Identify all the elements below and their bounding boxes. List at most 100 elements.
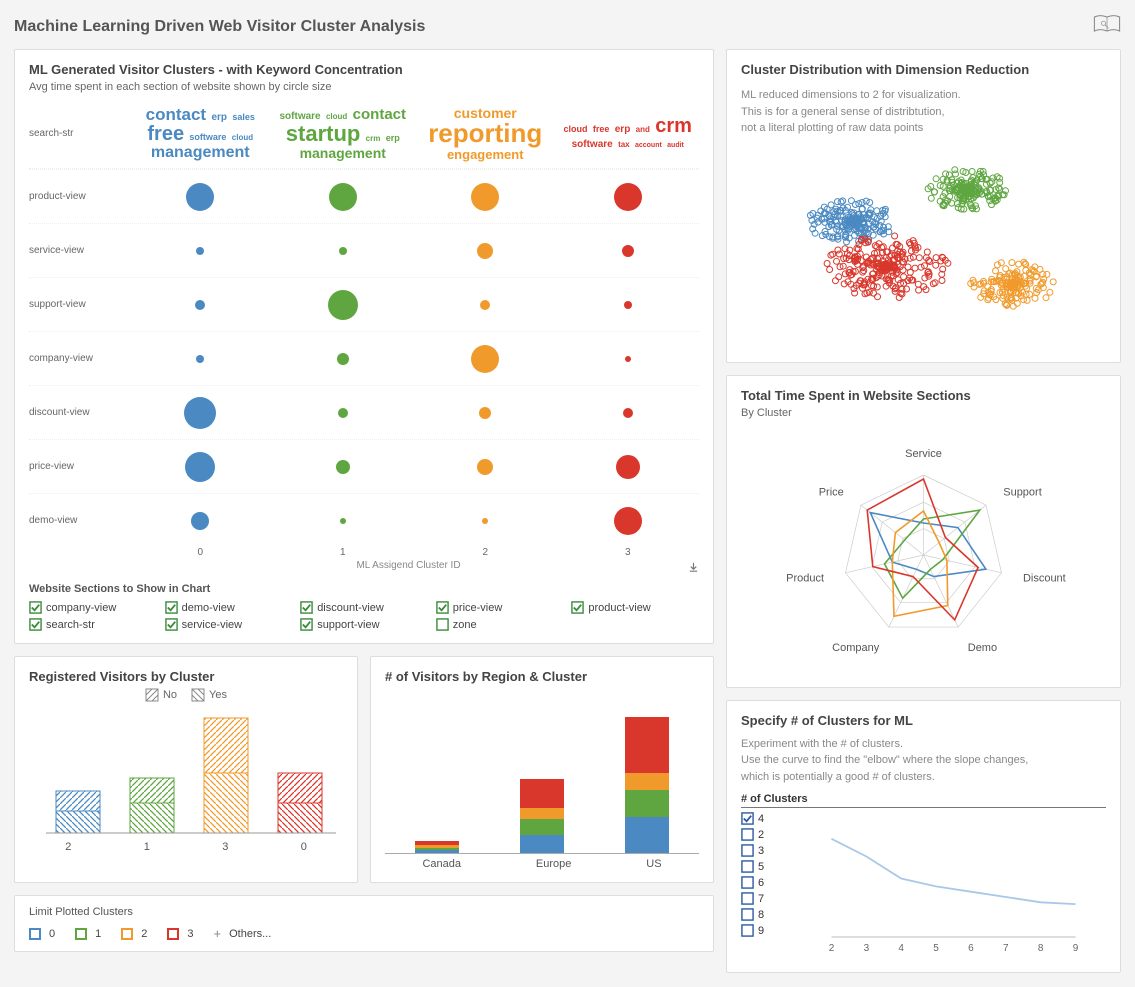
bubble bbox=[482, 518, 488, 524]
bubble bbox=[338, 408, 348, 418]
cluster-count-checkbox[interactable]: 3 bbox=[741, 844, 791, 857]
x-tick: 1 bbox=[272, 547, 415, 558]
bar-segment bbox=[520, 779, 564, 808]
panel-limit-clusters: Limit Plotted Clusters 0 1 2 3 +Others... bbox=[14, 895, 714, 952]
panel-title: ML Generated Visitor Clusters - with Key… bbox=[29, 62, 699, 77]
x-tick: Canada bbox=[422, 858, 461, 870]
others-button[interactable]: +Others... bbox=[214, 926, 272, 941]
bubble bbox=[184, 397, 216, 429]
desc-line: not a literal plotting of raw data point… bbox=[741, 120, 1106, 137]
filter-checkbox[interactable]: discount-view bbox=[300, 601, 428, 614]
radar-axis-label: Product bbox=[786, 572, 824, 584]
filter-checkbox[interactable]: price-view bbox=[436, 601, 564, 614]
radar-axis-label: Discount bbox=[1023, 572, 1066, 584]
bubble bbox=[623, 408, 633, 418]
panel-title: # of Visitors by Region & Cluster bbox=[385, 669, 699, 684]
row-label: service-view bbox=[29, 245, 129, 256]
panel-registered-visitors: Registered Visitors by Cluster No Yes bbox=[14, 656, 358, 883]
panel-cluster-count: Specify # of Clusters for ML Experiment … bbox=[726, 700, 1121, 974]
limit-cluster-checkbox[interactable]: 3 bbox=[167, 928, 193, 940]
cluster-count-checkbox[interactable]: 7 bbox=[741, 892, 791, 905]
download-icon[interactable] bbox=[688, 562, 699, 576]
book-icon[interactable] bbox=[1093, 14, 1121, 39]
panel-title: Specify # of Clusters for ML bbox=[741, 713, 1106, 728]
checks-title: # of Clusters bbox=[741, 793, 1106, 808]
cluster-count-checkbox[interactable]: 2 bbox=[741, 828, 791, 841]
bar-segment bbox=[415, 850, 459, 853]
x-tick: 8 bbox=[1038, 943, 1044, 954]
limit-cluster-checkbox[interactable]: 2 bbox=[121, 928, 147, 940]
filter-checkbox[interactable]: demo-view bbox=[165, 601, 293, 614]
x-tick: 0 bbox=[129, 547, 272, 558]
desc-line: which is potentially a good # of cluster… bbox=[741, 769, 1106, 786]
radar-axis-label: Demo bbox=[968, 641, 997, 653]
desc-line: This is for a general sense of distribtu… bbox=[741, 104, 1106, 121]
radar-axis-label: Service bbox=[905, 448, 942, 460]
x-tick: 5 bbox=[933, 943, 939, 954]
bubble bbox=[340, 518, 346, 524]
panel-subtitle: By Cluster bbox=[741, 407, 1106, 419]
bar-segment bbox=[625, 717, 669, 773]
filter-checkbox[interactable]: search-str bbox=[29, 618, 157, 631]
cluster-count-checkbox[interactable]: 9 bbox=[741, 924, 791, 937]
x-tick: 4 bbox=[898, 943, 904, 954]
desc-line: Experiment with the # of clusters. bbox=[741, 736, 1106, 753]
bubble bbox=[624, 301, 632, 309]
panel-title: Limit Plotted Clusters bbox=[29, 906, 699, 918]
cluster-count-checkbox[interactable]: 5 bbox=[741, 860, 791, 873]
row-label: company-view bbox=[29, 353, 129, 364]
panel-visitor-clusters: ML Generated Visitor Clusters - with Key… bbox=[14, 49, 714, 644]
panel-region-visitors: # of Visitors by Region & Cluster Canada… bbox=[370, 656, 714, 883]
row-label: product-view bbox=[29, 191, 129, 202]
bar-segment bbox=[625, 773, 669, 789]
limit-cluster-checkbox[interactable]: 1 bbox=[75, 928, 101, 940]
x-tick: 3 bbox=[557, 547, 700, 558]
bubble bbox=[336, 460, 350, 474]
x-axis-label: ML Assigend Cluster ID bbox=[129, 560, 688, 571]
panel-radar: Total Time Spent in Website Sections By … bbox=[726, 375, 1121, 688]
bubble bbox=[195, 300, 205, 310]
x-tick: 6 bbox=[968, 943, 974, 954]
bubble bbox=[616, 455, 640, 479]
filter-checkbox[interactable]: zone bbox=[436, 618, 564, 631]
bubble bbox=[329, 183, 357, 211]
radar-axis-label: Support bbox=[1003, 486, 1042, 498]
cluster-count-checkbox[interactable]: 4 bbox=[741, 812, 791, 825]
bubble bbox=[477, 243, 493, 259]
x-tick: 2 bbox=[414, 547, 557, 558]
bubble bbox=[471, 183, 499, 211]
bubble bbox=[186, 183, 214, 211]
desc-line: ML reduced dimensions to 2 for visualiza… bbox=[741, 87, 1106, 104]
registered-bar-chart bbox=[29, 708, 343, 838]
bubble bbox=[614, 507, 642, 535]
page-title: Machine Learning Driven Web Visitor Clus… bbox=[14, 18, 425, 36]
panel-subtitle: Avg time spent in each section of websit… bbox=[29, 81, 699, 93]
bubble bbox=[479, 407, 491, 419]
radar-chart: ServiceSupportDiscountDemoCompanyProduct… bbox=[741, 425, 1106, 665]
filter-checkbox[interactable]: support-view bbox=[300, 618, 428, 631]
panel-title: Registered Visitors by Cluster bbox=[29, 669, 343, 684]
x-tick: 1 bbox=[144, 841, 150, 853]
bubble bbox=[625, 356, 631, 362]
bubble bbox=[337, 353, 349, 365]
x-tick: 3 bbox=[864, 943, 870, 954]
x-tick: 9 bbox=[1073, 943, 1079, 954]
bubble bbox=[339, 247, 347, 255]
bubble bbox=[328, 290, 358, 320]
limit-cluster-checkbox[interactable]: 0 bbox=[29, 928, 55, 940]
cluster-count-checkbox[interactable]: 6 bbox=[741, 876, 791, 889]
filter-checkbox[interactable]: service-view bbox=[165, 618, 293, 631]
cluster-count-checkbox[interactable]: 8 bbox=[741, 908, 791, 921]
filter-checkbox[interactable]: product-view bbox=[571, 601, 699, 614]
region-stacked-chart bbox=[385, 704, 699, 854]
legend-yes: Yes bbox=[191, 688, 227, 702]
row-label: demo-view bbox=[29, 515, 129, 526]
bar-segment bbox=[625, 817, 669, 853]
bar-segment bbox=[520, 835, 564, 853]
bubble bbox=[477, 459, 493, 475]
filter-checkbox[interactable]: company-view bbox=[29, 601, 157, 614]
bubble bbox=[622, 245, 634, 257]
panel-title: Cluster Distribution with Dimension Redu… bbox=[741, 62, 1106, 77]
panel-title: Total Time Spent in Website Sections bbox=[741, 388, 1106, 403]
radar-axis-label: Price bbox=[819, 486, 844, 498]
